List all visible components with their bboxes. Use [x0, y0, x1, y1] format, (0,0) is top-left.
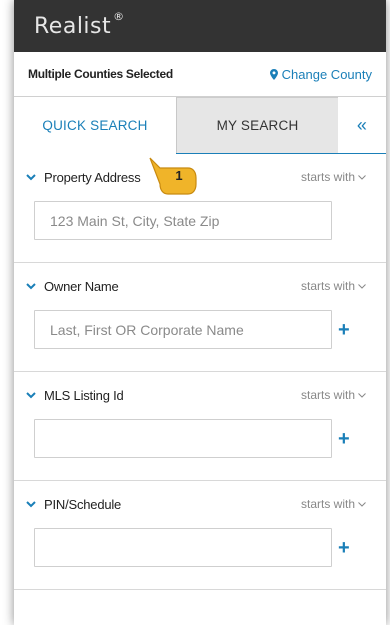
tab-my-search[interactable]: MY SEARCH: [177, 97, 338, 153]
owner-name-input[interactable]: [34, 310, 332, 349]
add-pin-schedule-button[interactable]: +: [338, 538, 350, 558]
county-selection-label: Multiple Counties Selected: [28, 67, 173, 81]
brand-name: Realist: [34, 13, 112, 39]
section-toggle-mls-listing-id[interactable]: MLS Listing Id: [26, 388, 124, 403]
match-mode-dropdown[interactable]: starts with: [301, 279, 366, 293]
app-header: Realist ®: [14, 0, 386, 52]
chevron-down-icon: [26, 391, 36, 398]
add-owner-name-button[interactable]: +: [338, 320, 350, 340]
section-header: PIN/Schedule starts with: [26, 495, 366, 513]
section-title: Owner Name: [44, 278, 119, 294]
section-toggle-owner-name[interactable]: Owner Name: [26, 279, 119, 294]
input-row: [26, 201, 366, 240]
map-pin-icon: [269, 68, 278, 80]
input-row: +: [26, 419, 366, 458]
brand-logo: Realist ®: [34, 10, 125, 39]
match-mode-dropdown[interactable]: starts with: [301, 170, 366, 184]
property-address-input[interactable]: [34, 201, 332, 240]
callout-badge: 1: [148, 156, 208, 200]
chevron-down-icon: [358, 392, 366, 398]
registered-mark: ®: [113, 10, 125, 24]
double-chevron-left-icon: «: [356, 114, 368, 135]
chevron-down-icon: [26, 173, 36, 180]
input-row: +: [26, 528, 366, 567]
match-mode-label: starts with: [300, 170, 355, 184]
chevron-down-icon: [358, 174, 366, 180]
section-mls-listing-id: MLS Listing Id starts with +: [14, 372, 386, 481]
pin-schedule-input[interactable]: [34, 528, 332, 567]
chevron-down-icon: [26, 500, 36, 507]
search-tabs: QUICK SEARCH MY SEARCH «: [14, 97, 386, 154]
match-mode-label: starts with: [300, 279, 355, 293]
chevron-down-icon: [26, 282, 36, 289]
collapse-panel-button[interactable]: «: [338, 97, 386, 153]
tab-quick-search[interactable]: QUICK SEARCH: [14, 97, 177, 154]
section-owner-name: Owner Name starts with +: [14, 263, 386, 372]
change-county-label: Change County: [281, 66, 372, 82]
change-county-link[interactable]: Change County: [269, 66, 372, 82]
input-row: +: [26, 310, 366, 349]
section-title: MLS Listing Id: [44, 387, 124, 403]
section-title: Property Address: [44, 169, 141, 185]
match-mode-dropdown[interactable]: starts with: [301, 388, 366, 402]
county-bar: Multiple Counties Selected Change County: [14, 52, 386, 97]
section-title: PIN/Schedule: [44, 496, 122, 512]
chevron-down-icon: [358, 501, 366, 507]
match-mode-label: starts with: [300, 497, 355, 511]
match-mode-dropdown[interactable]: starts with: [301, 497, 366, 511]
section-toggle-property-address[interactable]: Property Address: [26, 170, 141, 185]
match-mode-label: starts with: [300, 388, 355, 402]
search-panel: Realist ® Multiple Counties Selected Chan…: [14, 0, 386, 625]
section-toggle-pin-schedule[interactable]: PIN/Schedule: [26, 497, 121, 512]
mls-listing-id-input[interactable]: [34, 419, 332, 458]
section-header: MLS Listing Id starts with: [26, 386, 366, 404]
section-header: Owner Name starts with: [26, 277, 366, 295]
callout-number: 1: [175, 168, 183, 183]
add-mls-listing-id-button[interactable]: +: [338, 429, 350, 449]
chevron-down-icon: [358, 283, 366, 289]
section-pin-schedule: PIN/Schedule starts with +: [14, 481, 386, 590]
